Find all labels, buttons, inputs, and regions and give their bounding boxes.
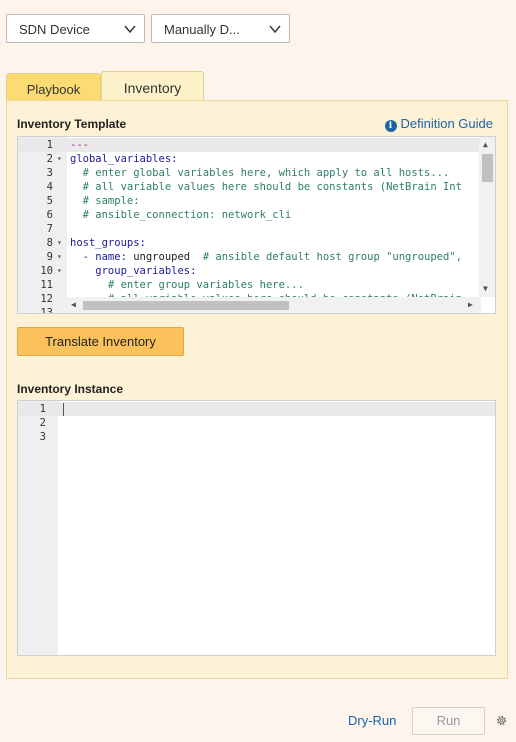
inventory-template-label: Inventory Template bbox=[17, 117, 127, 131]
fold-toggle-icon[interactable]: ▾ bbox=[57, 152, 65, 166]
scroll-up-icon[interactable]: ▲ bbox=[483, 140, 488, 149]
line-number: 12 bbox=[40, 293, 53, 305]
line-number: 4 bbox=[46, 181, 53, 193]
translate-inventory-button[interactable]: Translate Inventory bbox=[17, 327, 184, 356]
device-type-select[interactable]: SDN Device bbox=[6, 14, 145, 43]
line-number: 5 bbox=[46, 195, 53, 207]
input-method-value: Manually D... bbox=[164, 22, 240, 37]
info-icon: i bbox=[384, 120, 397, 132]
definition-guide-label: Definition Guide bbox=[400, 116, 494, 131]
line-number: 2 bbox=[39, 417, 46, 429]
code-text: # all variable values here should be con… bbox=[70, 181, 462, 193]
line-number: 3 bbox=[46, 167, 53, 179]
code-text: --- bbox=[70, 139, 89, 151]
code-text: global_variables: bbox=[70, 153, 178, 165]
text-cursor bbox=[63, 403, 64, 416]
line-number: 7 bbox=[46, 223, 53, 235]
scroll-right-icon[interactable]: ▶ bbox=[468, 300, 473, 309]
line-number: 10 bbox=[40, 265, 53, 277]
fold-toggle-icon[interactable]: ▾ bbox=[57, 250, 65, 264]
active-line-highlight bbox=[18, 402, 495, 416]
line-number: 9 bbox=[46, 251, 53, 263]
chevron-down-icon bbox=[269, 25, 281, 34]
scroll-left-icon[interactable]: ◀ bbox=[71, 300, 76, 309]
vertical-scroll-thumb[interactable] bbox=[482, 154, 493, 182]
horizontal-scrollbar[interactable]: ◀ ▶ bbox=[67, 297, 481, 313]
line-number: 8 bbox=[46, 237, 53, 249]
line-number: 13 bbox=[40, 307, 53, 314]
definition-guide-link[interactable]: i Definition Guide bbox=[384, 116, 494, 132]
horizontal-scroll-thumb[interactable] bbox=[83, 301, 289, 310]
gear-icon[interactable] bbox=[495, 714, 508, 727]
tab-inventory[interactable]: Inventory bbox=[101, 71, 204, 101]
fold-toggle-icon[interactable]: ▾ bbox=[57, 264, 65, 278]
code-text: host_groups: bbox=[70, 237, 146, 249]
line-number: 11 bbox=[40, 279, 53, 291]
code-text: # sample: bbox=[70, 195, 140, 207]
code-text: - name: ungrouped # ansible default host… bbox=[70, 251, 462, 263]
device-type-value: SDN Device bbox=[19, 22, 90, 37]
line-number: 6 bbox=[46, 209, 53, 221]
line-number: 1 bbox=[39, 403, 46, 415]
tab-inventory-label: Inventory bbox=[123, 80, 182, 96]
inventory-instance-label: Inventory Instance bbox=[17, 382, 124, 396]
code-text: # enter group variables here... bbox=[70, 279, 304, 291]
input-method-select[interactable]: Manually D... bbox=[151, 14, 290, 43]
tab-playbook[interactable]: Playbook bbox=[6, 73, 101, 102]
line-number: 3 bbox=[39, 431, 46, 443]
line-number: 1 bbox=[46, 139, 53, 151]
scroll-down-icon[interactable]: ▼ bbox=[483, 284, 488, 293]
inventory-instance-editor[interactable]: 1 2 3 bbox=[17, 400, 496, 656]
chevron-down-icon bbox=[124, 25, 136, 34]
code-text: # ansible_connection: network_cli bbox=[70, 209, 292, 221]
vertical-scrollbar[interactable]: ▲ ▼ bbox=[479, 137, 495, 297]
code-text: # enter global variables here, which app… bbox=[70, 167, 450, 179]
run-button[interactable]: Run bbox=[412, 707, 485, 735]
inventory-panel: Inventory Template i Definition Guide 1 --… bbox=[6, 100, 508, 679]
code-text: group_variables: bbox=[70, 265, 197, 277]
dry-run-link[interactable]: Dry-Run bbox=[348, 713, 396, 728]
fold-toggle-icon[interactable]: ▾ bbox=[57, 236, 65, 250]
line-number: 2 bbox=[46, 153, 53, 165]
inventory-template-editor[interactable]: 1 --- 2 ▾ global_variables: 3 # enter global … bbox=[17, 136, 496, 314]
tab-playbook-label: Playbook bbox=[26, 82, 81, 97]
